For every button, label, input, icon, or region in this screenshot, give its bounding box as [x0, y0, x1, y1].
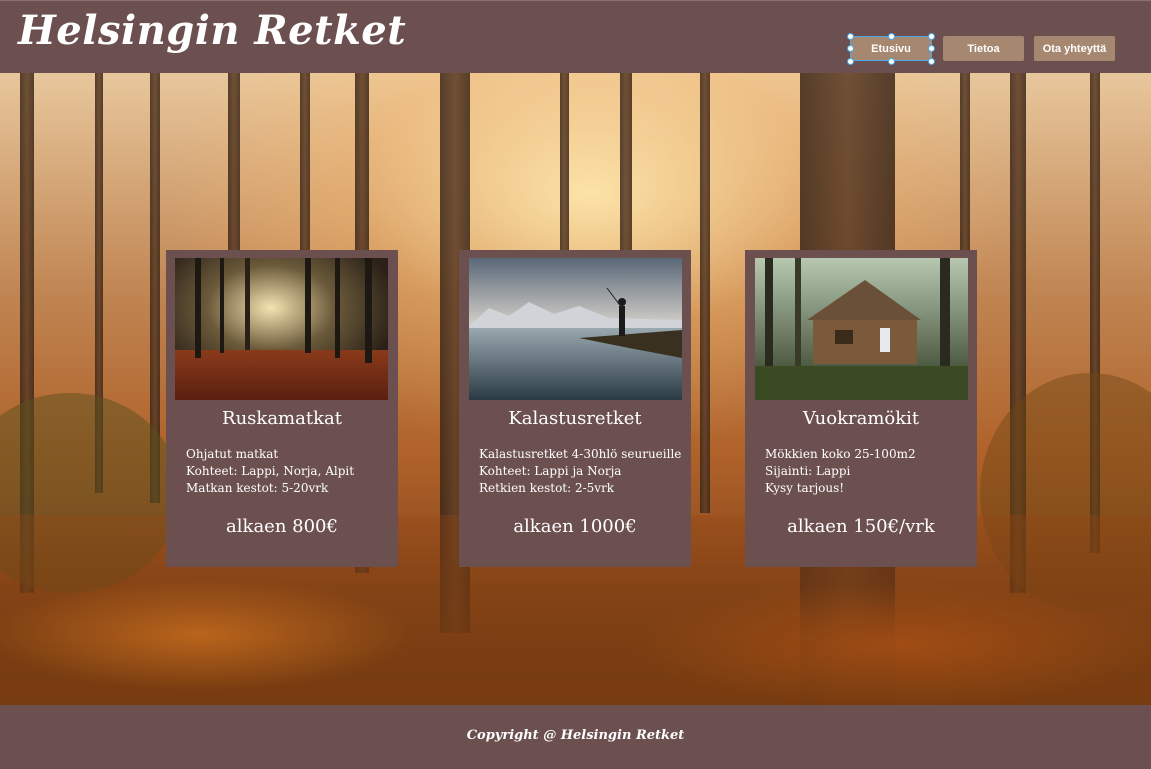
card-title: Ruskamatkat: [222, 408, 342, 429]
card-price: alkaen 800€: [226, 516, 338, 537]
card-description: Mökkien koko 25-100m2 Sijainti: Lappi Ky…: [765, 446, 970, 497]
selection-handle[interactable]: [847, 45, 854, 52]
card-line: Kalastusretket 4-30hlö seurueille: [479, 447, 682, 461]
card-title: Kalastusretket: [508, 408, 642, 429]
card-line: Matkan kestot: 5-20vrk: [186, 481, 329, 495]
site-title[interactable]: Helsingin Retket: [18, 7, 406, 54]
card-line: Ohjatut matkat: [186, 447, 279, 461]
nav-tietoa-button[interactable]: Tietoa: [943, 36, 1024, 61]
selection-handle[interactable]: [928, 33, 935, 40]
card-line: Sijainti: Lappi: [765, 464, 851, 478]
cabin-forest-image: [755, 258, 968, 400]
selection-handle[interactable]: [888, 58, 895, 65]
card-vuokramokit[interactable]: Vuokramökit Mökkien koko 25-100m2 Sijain…: [745, 250, 977, 567]
site-header: Helsingin Retket Etusivu Tietoa Ota yhte…: [0, 0, 1151, 73]
autumn-forest-image: [175, 258, 388, 400]
card-description: Ohjatut matkat Kohteet: Lappi, Norja, Al…: [186, 446, 391, 497]
card-line: Kohteet: Lappi, Norja, Alpit: [186, 464, 355, 478]
card-line: Mökkien koko 25-100m2: [765, 447, 916, 461]
selection-handle[interactable]: [928, 58, 935, 65]
card-line: Kysy tarjous!: [765, 481, 845, 495]
selection-handle[interactable]: [888, 33, 895, 40]
selection-handle[interactable]: [928, 45, 935, 52]
site-footer: Copyright @ Helsingin Retket: [0, 705, 1151, 769]
card-kalastusretket[interactable]: Kalastusretket Kalastusretket 4-30hlö se…: [459, 250, 691, 567]
card-title: Vuokramökit: [802, 408, 920, 429]
nav-ota-yhteytta-button[interactable]: Ota yhteyttä: [1034, 36, 1115, 61]
selection-handle[interactable]: [847, 58, 854, 65]
card-ruskamatkat[interactable]: Ruskamatkat Ohjatut matkat Kohteet: Lapp…: [166, 250, 398, 567]
card-line: Kohteet: Lappi ja Norja: [479, 464, 622, 478]
fishing-lake-image: [469, 258, 682, 400]
card-description: Kalastusretket 4-30hlö seurueille Kohtee…: [479, 446, 684, 497]
card-price: alkaen 150€/vrk: [787, 516, 935, 537]
card-price: alkaen 1000€: [513, 516, 637, 537]
copyright-text: Copyright @ Helsingin Retket: [466, 728, 685, 743]
selection-handle[interactable]: [847, 33, 854, 40]
card-line: Retkien kestot: 2-5vrk: [479, 481, 615, 495]
